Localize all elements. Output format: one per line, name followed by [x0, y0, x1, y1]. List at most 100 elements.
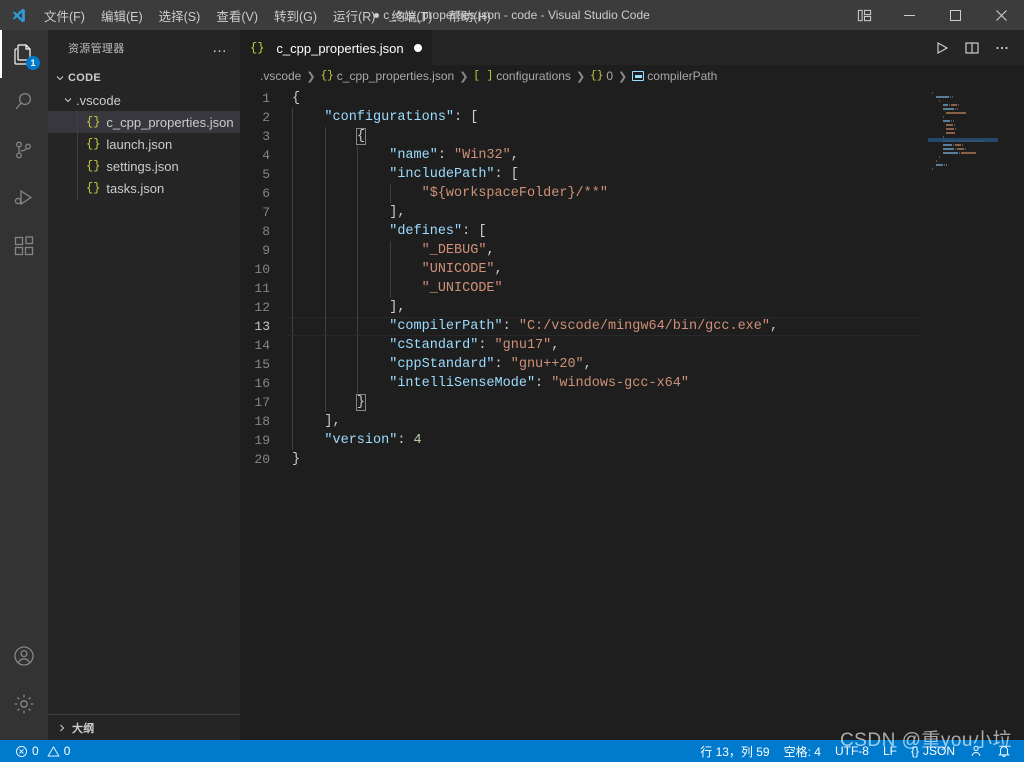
status-language-mode[interactable]: {} JSON — [904, 740, 962, 762]
status-problems[interactable]: 0 0 — [8, 740, 77, 762]
tree-item-settings-json[interactable]: {} settings.json — [48, 155, 240, 177]
status-encoding[interactable]: UTF-8 — [828, 740, 876, 762]
line-number: 14 — [254, 338, 270, 353]
code-line[interactable]: 20} — [240, 450, 928, 469]
code-token: { — [355, 128, 366, 145]
code-line[interactable]: 1{ — [240, 89, 928, 108]
code-token: "includePath" — [389, 167, 495, 182]
activity-explorer[interactable]: 1 — [0, 30, 48, 78]
breadcrumb-item-compilerpath[interactable]: compilerPath — [632, 69, 717, 83]
code-line[interactable]: 18 ], — [240, 412, 928, 431]
line-text: } — [292, 393, 366, 412]
code-token: : — [397, 433, 414, 448]
activity-search[interactable] — [0, 78, 48, 126]
minimize-button[interactable] — [886, 0, 932, 30]
outline-section-header[interactable]: 大纲 — [48, 714, 240, 740]
status-indentation[interactable]: 空格: 4 — [777, 740, 828, 762]
minimap-token — [946, 163, 948, 166]
minimap-slider[interactable] — [998, 87, 1024, 740]
code-token: , — [770, 319, 779, 334]
menu-goto[interactable]: 转到(G) — [266, 0, 325, 30]
tree-item-tasks-json[interactable]: {} tasks.json — [48, 177, 240, 199]
breadcrumb-item-configurations[interactable]: [ ] configurations — [473, 69, 571, 83]
menu-run[interactable]: 运行(R) — [325, 0, 383, 30]
menu-file[interactable]: 文件(F) — [36, 0, 93, 30]
tree-item-launch-json[interactable]: {} launch.json — [48, 133, 240, 155]
more-actions-button[interactable] — [988, 34, 1016, 62]
code-content[interactable]: 1{2 "configurations": [3 {4 "name": "Win… — [240, 87, 928, 740]
activity-extensions[interactable] — [0, 222, 48, 270]
tree-item-code[interactable]: CODE — [48, 67, 240, 89]
minimap[interactable] — [928, 87, 1024, 740]
activity-account[interactable] — [0, 632, 48, 680]
status-notifications[interactable] — [990, 740, 1018, 762]
breadcrumb-item-file[interactable]: {} c_cpp_properties.json — [321, 69, 455, 83]
code-line[interactable]: 6 "${workspaceFolder}/**" — [240, 184, 928, 203]
maximize-button[interactable] — [932, 0, 978, 30]
breadcrumb-separator-icon: ❯ — [575, 70, 586, 83]
activity-source-control[interactable] — [0, 126, 48, 174]
indent-guide — [357, 165, 359, 184]
status-feedback[interactable] — [962, 740, 990, 762]
indent-guide — [357, 298, 359, 317]
line-number: 20 — [254, 452, 270, 467]
titlebar-right-controls — [842, 0, 1024, 30]
tree-item-c-cpp-properties-json[interactable]: {} c_cpp_properties.json — [48, 111, 240, 133]
tree-item-label: settings.json — [106, 158, 179, 174]
menu-view[interactable]: 查看(V) — [208, 0, 266, 30]
menu-edit[interactable]: 编辑(E) — [93, 0, 151, 30]
warning-icon — [47, 745, 60, 758]
menu-help[interactable]: 帮助(H) — [440, 0, 498, 30]
indent-guide — [324, 146, 326, 165]
code-line[interactable]: 16 "intelliSenseMode": "windows-gcc-x64" — [240, 374, 928, 393]
code-line[interactable]: 10 "UNICODE", — [240, 260, 928, 279]
file-tree: CODE .vscode {} c_cpp_properties.json {}… — [48, 65, 240, 714]
close-button[interactable] — [978, 0, 1024, 30]
tab-dirty-indicator-icon[interactable] — [413, 44, 422, 52]
breadcrumb-separator-icon: ❯ — [306, 70, 316, 83]
code-line[interactable]: 15 "cppStandard": "gnu++20", — [240, 355, 928, 374]
code-line[interactable]: 5 "includePath": [ — [240, 165, 928, 184]
menu-selection[interactable]: 选择(S) — [151, 0, 209, 30]
indent-guide — [357, 279, 359, 298]
code-line[interactable]: 3 { — [240, 127, 928, 146]
breadcrumb-item-index-0[interactable]: {} 0 — [590, 69, 613, 83]
tab-c-cpp-properties-json[interactable]: {} c_cpp_properties.json — [240, 30, 432, 65]
code-line[interactable]: 19 "version": 4 — [240, 431, 928, 450]
activity-run-debug[interactable] — [0, 174, 48, 222]
code-line[interactable]: 2 "configurations": [ — [240, 108, 928, 127]
code-line[interactable]: 7 ], — [240, 203, 928, 222]
status-cursor-position[interactable]: 行 13，列 59 — [693, 740, 776, 762]
code-line[interactable]: 8 "defines": [ — [240, 222, 928, 241]
code-line[interactable]: 11 "_UNICODE" — [240, 279, 928, 298]
indent-guide — [357, 336, 359, 355]
activity-settings[interactable] — [0, 680, 48, 728]
indent-guide — [292, 374, 293, 393]
code-line[interactable]: 12 ], — [240, 298, 928, 317]
menu-terminal[interactable]: 终端(T) — [383, 0, 440, 30]
code-line[interactable]: 14 "cStandard": "gnu17", — [240, 336, 928, 355]
json-file-icon: {} — [86, 137, 101, 151]
customize-layout-icon[interactable] — [842, 0, 886, 30]
code-editor[interactable]: 1{2 "configurations": [3 {4 "name": "Win… — [240, 87, 1024, 740]
minimap-token — [965, 147, 967, 150]
code-lines[interactable]: 1{2 "configurations": [3 {4 "name": "Win… — [240, 87, 928, 469]
indent-guide — [292, 165, 293, 184]
line-number: 16 — [254, 376, 270, 391]
minimap-token — [944, 163, 946, 166]
error-icon — [15, 745, 28, 758]
code-line[interactable]: 9 "_DEBUG", — [240, 241, 928, 260]
line-number: 2 — [262, 110, 270, 125]
run-code-button[interactable] — [928, 34, 956, 62]
explorer-more-actions-icon[interactable]: … — [208, 40, 232, 55]
split-editor-button[interactable] — [958, 34, 986, 62]
explorer-badge: 1 — [26, 56, 40, 70]
code-line[interactable]: 4 "name": "Win32", — [240, 146, 928, 165]
indent-guide — [357, 146, 359, 165]
status-eol[interactable]: LF — [876, 740, 904, 762]
breadcrumb-item-vscode[interactable]: .vscode — [260, 69, 301, 83]
code-line[interactable]: 13 "compilerPath": "C:/vscode/mingw64/bi… — [240, 317, 928, 336]
code-line[interactable]: 17 } — [240, 393, 928, 412]
indent-guide — [357, 184, 359, 203]
tree-item-vscode[interactable]: .vscode — [48, 89, 240, 111]
